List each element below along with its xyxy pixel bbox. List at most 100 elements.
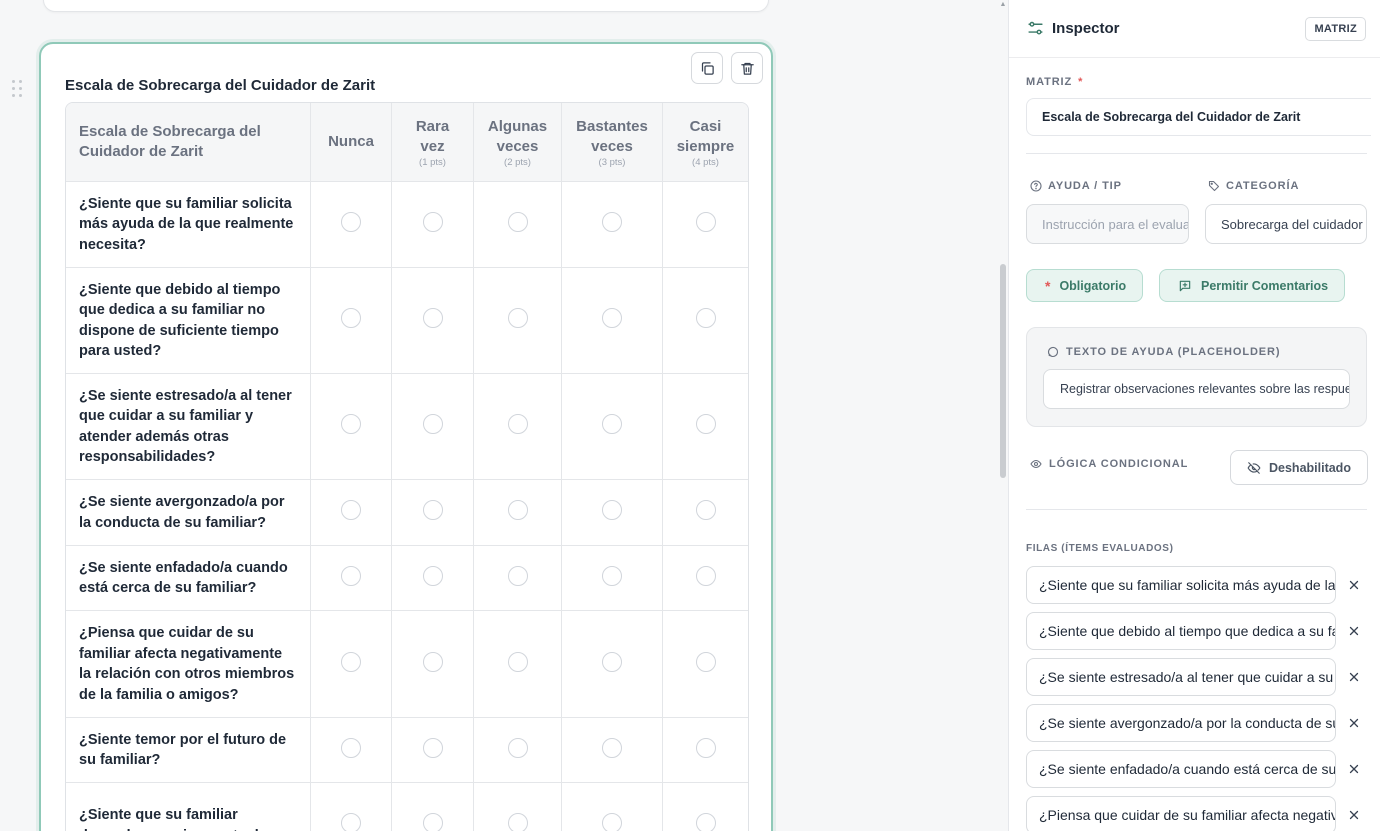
radio-option[interactable] <box>422 813 443 831</box>
remove-row-button[interactable] <box>1344 575 1364 595</box>
row-item-input[interactable]: ¿Siente que debido al tiempo que dedica … <box>1026 612 1336 650</box>
matrix-grid: Escala de Sobrecarga del Cuidador de Zar… <box>65 102 749 831</box>
placeholder-input[interactable]: Registrar observaciones relevantes sobre… <box>1043 369 1350 409</box>
radio-option[interactable] <box>695 813 716 831</box>
radio-option[interactable] <box>341 308 361 328</box>
radio-option[interactable] <box>602 565 622 586</box>
row-item-input[interactable]: ¿Siente que su familiar solicita más ayu… <box>1026 566 1336 604</box>
help-tip-input[interactable]: Instrucción para el evaluador <box>1026 204 1189 244</box>
radio-option[interactable] <box>341 813 361 831</box>
radio-option[interactable] <box>602 212 622 232</box>
radio-option[interactable] <box>507 813 528 831</box>
radio-option[interactable] <box>341 737 361 758</box>
radio-option[interactable] <box>507 212 528 232</box>
previous-question-card[interactable] <box>43 0 769 12</box>
row-item-input[interactable]: ¿Se siente enfadado/a cuando está cerca … <box>1026 750 1336 788</box>
remove-row-button[interactable] <box>1344 713 1364 733</box>
radio-option[interactable] <box>422 212 443 232</box>
label-text: TEXTO DE AYUDA (PLACEHOLDER) <box>1066 346 1281 358</box>
matrix-row-question: ¿Siente que debido al tiempo que dedica … <box>66 268 311 374</box>
radio-option[interactable] <box>422 308 443 328</box>
eye-off-icon <box>1247 461 1261 474</box>
radio-option[interactable] <box>422 565 443 586</box>
matrix-name-label: MATRIZ * <box>1026 76 1083 88</box>
matrix-column-header: Bastantes veces (3 pts) <box>562 103 663 182</box>
radio-option[interactable] <box>422 500 443 520</box>
remove-row-button[interactable] <box>1344 667 1364 687</box>
divider <box>1026 509 1367 510</box>
radio-option[interactable] <box>602 500 622 520</box>
placeholder-label: TEXTO DE AYUDA (PLACEHOLDER) <box>1047 346 1280 358</box>
inspector-title: Inspector <box>1052 20 1120 37</box>
radio-option[interactable] <box>695 500 716 520</box>
radio-option[interactable] <box>341 500 361 520</box>
radio-option[interactable] <box>602 737 622 758</box>
canvas-scrollbar[interactable]: ▲ <box>998 0 1008 831</box>
remove-row-button[interactable] <box>1344 621 1364 641</box>
column-points: (4 pts) <box>692 156 719 168</box>
divider <box>1026 153 1367 154</box>
row-item-input[interactable]: ¿Se siente avergonzado/a por la conducta… <box>1026 704 1336 742</box>
radio-option[interactable] <box>341 414 361 434</box>
matrix-header-row: Escala de Sobrecarga del Cuidador de Zar… <box>66 103 748 182</box>
radio-option[interactable] <box>507 737 528 758</box>
radio-option[interactable] <box>507 565 528 586</box>
close-icon <box>1349 626 1359 636</box>
radio-option[interactable] <box>602 414 622 434</box>
matrix-row: ¿Siente temor por el futuro de su famili… <box>66 718 748 783</box>
radio-option[interactable] <box>341 565 361 586</box>
radio-option[interactable] <box>507 414 528 434</box>
sliders-icon <box>1028 21 1043 35</box>
matrix-row-question: ¿Siente temor por el futuro de su famili… <box>66 718 311 783</box>
duplicate-button[interactable] <box>691 52 723 84</box>
label-text: MATRIZ <box>1026 76 1073 88</box>
radio-option[interactable] <box>695 212 716 232</box>
radio-option[interactable] <box>695 308 716 328</box>
radio-option[interactable] <box>422 737 443 758</box>
allow-comments-toggle-button[interactable]: Permitir Comentarios <box>1159 269 1346 302</box>
matrix-column-header: Algunas veces (2 pts) <box>474 103 562 182</box>
scrollbar-thumb[interactable] <box>1000 264 1006 478</box>
row-item-input[interactable]: ¿Se siente estresado/a al tener que cuid… <box>1026 658 1336 696</box>
remove-row-button[interactable] <box>1344 759 1364 779</box>
radio-option[interactable] <box>422 651 443 672</box>
column-label: Casi siempre <box>676 117 735 155</box>
allow-comments-label: Permitir Comentarios <box>1201 278 1329 293</box>
radio-option[interactable] <box>507 308 528 328</box>
delete-button[interactable] <box>731 52 763 84</box>
radio-option[interactable] <box>507 651 528 672</box>
required-toggle-button[interactable]: * Obligatorio <box>1026 269 1144 302</box>
radio-option[interactable] <box>695 565 716 586</box>
matrix-row-question: ¿Se siente estresado/a al tener que cuid… <box>66 374 311 480</box>
radio-option[interactable] <box>341 651 361 672</box>
matrix-question-card[interactable]: Escala de Sobrecarga del Cuidador de Zar… <box>39 42 773 831</box>
radio-option[interactable] <box>602 813 622 831</box>
close-icon <box>1349 580 1359 590</box>
matrix-row: ¿Se siente avergonzado/a por la conducta… <box>66 480 748 546</box>
radio-option[interactable] <box>602 308 622 328</box>
copy-icon <box>701 61 714 75</box>
close-icon <box>1349 672 1359 682</box>
rows-label: FILAS (ÍTEMS EVALUADOS) <box>1026 543 1174 554</box>
category-label: CATEGORÍA <box>1208 180 1299 192</box>
remove-row-button[interactable] <box>1344 805 1364 825</box>
matrix-column-header: Rara vez (1 pts) <box>392 103 474 182</box>
radio-option[interactable] <box>422 414 443 434</box>
matrix-name-input[interactable]: Escala de Sobrecarga del Cuidador de Zar… <box>1026 98 1371 136</box>
radio-option[interactable] <box>602 651 622 672</box>
conditional-logic-button[interactable]: Deshabilitado <box>1230 450 1368 485</box>
matrix-row: ¿Siente que su familiar depende excesiva… <box>66 783 748 831</box>
radio-option[interactable] <box>507 500 528 520</box>
radio-option[interactable] <box>341 212 361 232</box>
drag-handle-icon[interactable] <box>12 80 24 98</box>
row-item-input[interactable]: ¿Piensa que cuidar de su familiar afecta… <box>1026 796 1336 831</box>
category-input[interactable]: Sobrecarga del cuidador <box>1205 204 1367 244</box>
column-label: Bastantes veces <box>576 117 648 155</box>
radio-option[interactable] <box>695 651 716 672</box>
radio-option[interactable] <box>695 414 716 434</box>
question-title[interactable]: Escala de Sobrecarga del Cuidador de Zar… <box>65 77 375 94</box>
radio-option[interactable] <box>695 737 716 758</box>
matrix-row-question: ¿Se siente avergonzado/a por la conducta… <box>66 480 311 546</box>
scroll-up-icon[interactable]: ▲ <box>998 0 1008 10</box>
matrix-row: ¿Piensa que cuidar de su familiar afecta… <box>66 611 748 718</box>
